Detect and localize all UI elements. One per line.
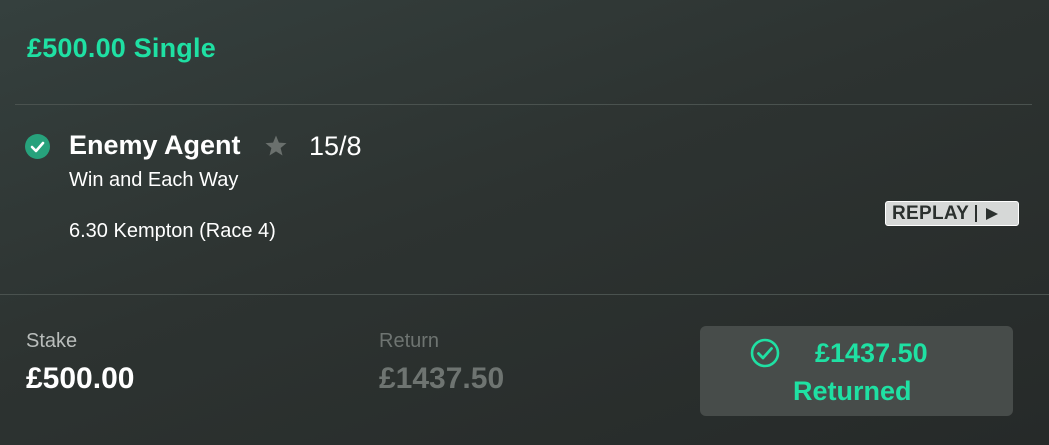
bet-title: £500.00 Single xyxy=(27,33,216,63)
odds: 15/8 xyxy=(309,131,362,161)
favourite-star-icon[interactable] xyxy=(264,134,288,158)
replay-label: REPLAY xyxy=(892,202,970,224)
check-icon xyxy=(750,338,780,368)
race-info: 6.30 Kempton (Race 4) xyxy=(69,220,276,242)
bet-card: £500.00 Single Enemy Agent 15/8 Win and … xyxy=(0,0,1049,445)
returned-label: Returned xyxy=(793,376,912,406)
bet-type: Win and Each Way xyxy=(69,169,239,191)
play-icon xyxy=(986,207,999,220)
stake-value: £500.00 xyxy=(26,362,135,395)
runner-name: Enemy Agent xyxy=(69,130,241,160)
divider xyxy=(0,294,1049,295)
returned-status-box: £1437.50 Returned xyxy=(700,326,1013,416)
check-circle-icon xyxy=(25,134,50,159)
return-value: £1437.50 xyxy=(379,362,505,395)
replay-separator xyxy=(975,205,978,222)
return-label: Return xyxy=(379,330,440,352)
stake-label: Stake xyxy=(26,330,78,352)
divider xyxy=(15,104,1032,105)
returned-amount: £1437.50 xyxy=(815,338,928,368)
replay-button[interactable]: REPLAY xyxy=(885,201,1019,226)
